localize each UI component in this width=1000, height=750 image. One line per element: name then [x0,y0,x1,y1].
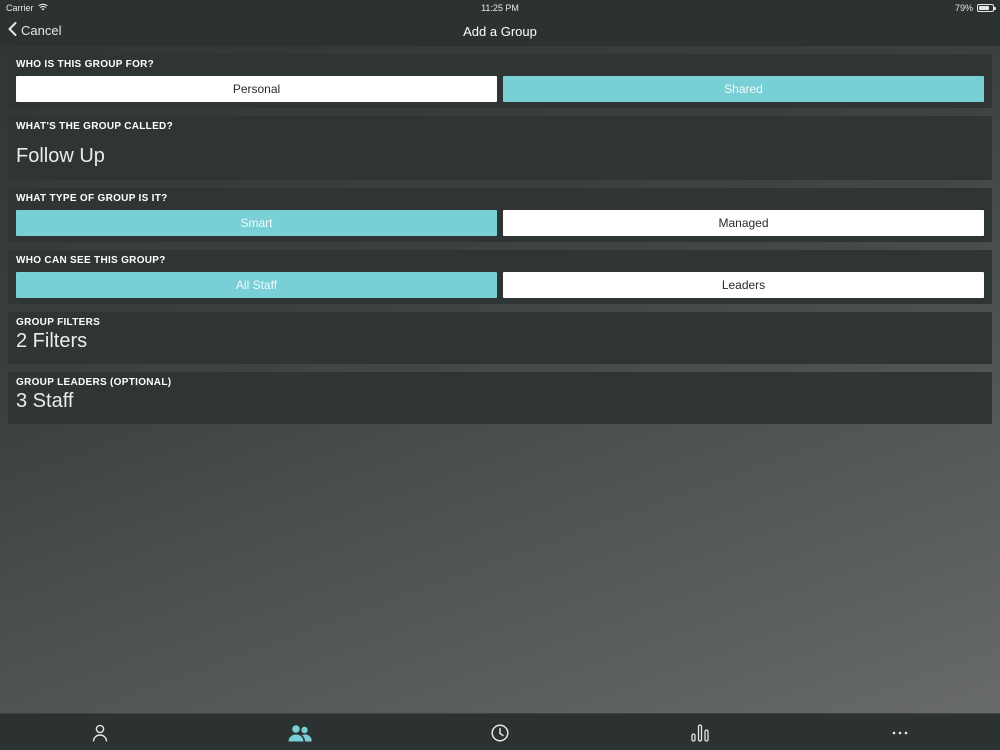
visibility-segmented-control: All Staff Leaders [16,272,984,298]
bar-chart-icon[interactable] [680,714,720,750]
managed-option[interactable]: Managed [503,210,984,236]
type-section: WHAT TYPE OF GROUP IS IT? Smart Managed [8,188,992,242]
tab-bar [0,713,1000,750]
battery-icon [977,4,996,12]
filters-value: 2 Filters [16,330,88,352]
clock-icon[interactable] [480,714,520,750]
navigation-bar: Cancel Add a Group [0,16,1000,46]
shared-option[interactable]: Shared [503,76,984,102]
audience-label: WHO IS THIS GROUP FOR? [16,59,155,70]
type-segmented-control: Smart Managed [16,210,984,236]
type-label: WHAT TYPE OF GROUP IS IT? [16,193,168,204]
clock-time: 11:25 PM [481,3,519,13]
battery-status: 79% [954,3,996,13]
leaders-option[interactable]: Leaders [503,272,984,298]
all-staff-option[interactable]: All Staff [16,272,497,298]
audience-segmented-control: Personal Shared [16,76,984,102]
filters-section[interactable]: GROUP FILTERS 2 Filters [8,312,992,364]
page-title: Add a Group [463,24,537,39]
leaders-label: GROUP LEADERS (OPTIONAL) [16,377,172,388]
people-icon[interactable] [280,714,320,750]
audience-section: WHO IS THIS GROUP FOR? Personal Shared [8,54,992,108]
battery-percent: 79% [954,3,973,13]
visibility-section: WHO CAN SEE THIS GROUP? All Staff Leader… [8,250,992,304]
visibility-label: WHO CAN SEE THIS GROUP? [16,255,166,266]
name-label: WHAT'S THE GROUP CALLED? [16,121,173,132]
name-section: WHAT'S THE GROUP CALLED? Follow Up [8,116,992,180]
personal-option[interactable]: Personal [16,76,497,102]
leaders-section[interactable]: GROUP LEADERS (OPTIONAL) 3 Staff [8,372,992,424]
status-bar: Carrier 11:25 PM 79% [0,0,1000,16]
group-form: WHO IS THIS GROUP FOR? Personal Shared W… [8,54,992,432]
filters-label: GROUP FILTERS [16,317,101,328]
group-name-field[interactable]: Follow Up [16,145,984,168]
smart-option[interactable]: Smart [16,210,497,236]
more-icon[interactable] [880,714,920,750]
person-icon[interactable] [80,714,120,750]
leaders-value: 3 Staff [16,390,74,412]
